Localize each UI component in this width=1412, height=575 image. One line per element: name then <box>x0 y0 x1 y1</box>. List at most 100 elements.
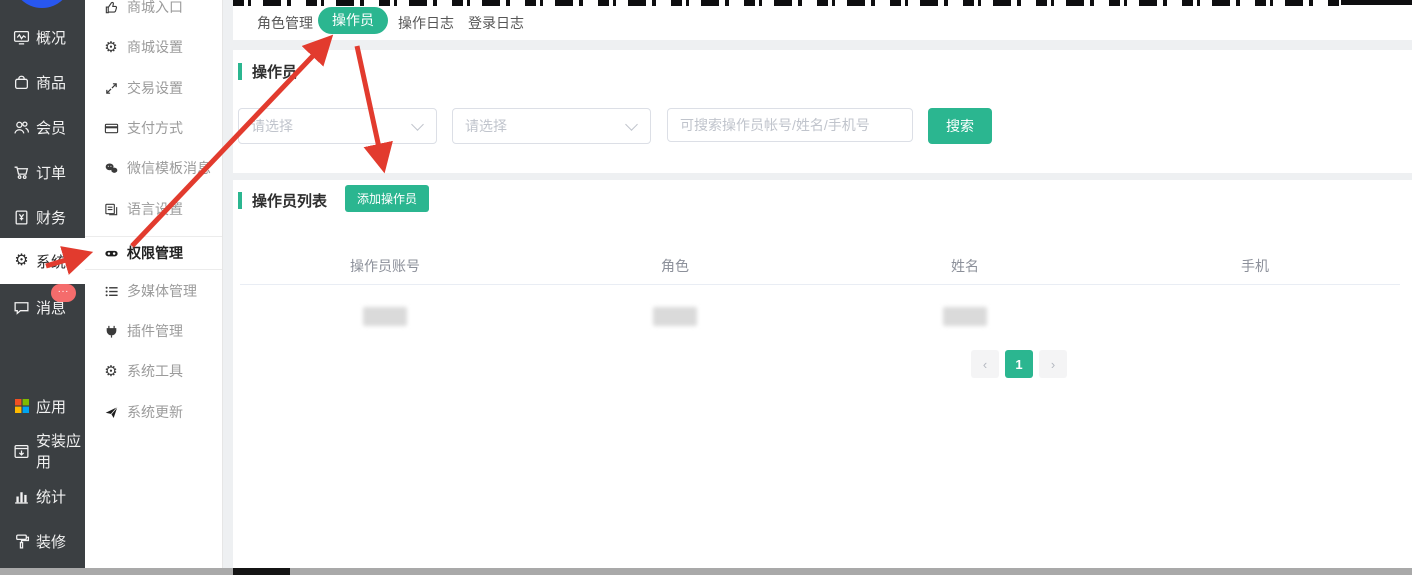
sidebar-item-label: 会员 <box>36 117 66 138</box>
cart-icon <box>13 164 30 181</box>
sidebar-item-install-apps[interactable]: 安装应用 <box>0 436 85 466</box>
pagination-next-button[interactable]: › <box>1039 350 1067 378</box>
plugin-icon <box>103 323 119 339</box>
wechat-icon <box>103 160 119 176</box>
sidebar-item-label: 装修 <box>36 531 66 552</box>
sidebar-item-orders[interactable]: 订单 <box>0 157 85 187</box>
select-placeholder: 请选择 <box>465 116 627 136</box>
table-header-row: 操作员账号 角色 姓名 手机 <box>240 255 1400 285</box>
search-input[interactable] <box>667 108 913 142</box>
submenu-item-media-management[interactable]: 多媒体管理 <box>85 277 222 305</box>
submenu-item-language-settings[interactable]: 语言设置 <box>85 195 222 223</box>
role-select[interactable]: 请选择 <box>238 108 437 144</box>
monitor-icon <box>13 29 30 46</box>
table-header-account: 操作员账号 <box>240 255 530 284</box>
sidebar-item-overview[interactable]: 概况 <box>0 22 85 52</box>
paint-roller-icon <box>13 533 30 550</box>
status-select[interactable]: 请选择 <box>452 108 651 144</box>
tab-operator[interactable]: 操作员 <box>318 7 388 34</box>
hand-icon <box>103 0 119 15</box>
admin-app: 概况 商品 会员 订单 财务 <box>0 0 1412 575</box>
submenu-item-permission-management[interactable]: 权限管理 <box>85 236 222 270</box>
chevron-down-icon <box>625 118 638 131</box>
submenu-item-label: 交易设置 <box>127 78 183 98</box>
cell-role-redacted <box>530 298 820 334</box>
sidebar-item-label: 系统 <box>36 251 66 272</box>
submenu-item-label: 系统工具 <box>127 361 183 381</box>
sidebar-item-label: 商品 <box>36 72 66 93</box>
sidebar-item-decorate[interactable]: 装修 <box>0 526 85 556</box>
send-icon <box>103 404 119 420</box>
table-row <box>240 298 1400 334</box>
scrollbar-thumb[interactable] <box>233 568 290 575</box>
submenu-item-payment-methods[interactable]: 支付方式 <box>85 114 222 142</box>
sidebar-item-label: 财务 <box>36 207 66 228</box>
message-count-badge: ... <box>51 284 76 302</box>
tab-login-log[interactable]: 登录日志 <box>468 13 524 33</box>
submenu-item-label: 商城设置 <box>127 37 183 57</box>
primary-sidebar: 概况 商品 会员 订单 财务 <box>0 0 85 568</box>
title-accent-bar <box>238 63 242 80</box>
submenu-item-label: 多媒体管理 <box>127 281 197 301</box>
submenu-item-system-tools[interactable]: ⚙ 系统工具 <box>85 357 222 385</box>
submenu-item-plugin-management[interactable]: 插件管理 <box>85 317 222 345</box>
panel-title: 操作员列表 <box>238 190 327 211</box>
title-accent-bar <box>238 192 242 209</box>
tab-operation-log[interactable]: 操作日志 <box>398 13 454 33</box>
cell-account-redacted <box>240 298 530 334</box>
sidebar-item-label: 统计 <box>36 486 66 507</box>
add-operator-button[interactable]: 添加操作员 <box>345 185 429 212</box>
pagination-page-1[interactable]: 1 <box>1005 350 1033 378</box>
panel-title: 操作员 <box>238 61 297 82</box>
install-icon <box>13 443 30 460</box>
submenu-item-trade-settings[interactable]: 交易设置 <box>85 74 222 102</box>
submenu-item-label: 语言设置 <box>127 199 183 219</box>
search-button[interactable]: 搜索 <box>928 108 992 144</box>
submenu-item-mall-settings[interactable]: ⚙ 商城设置 <box>85 33 222 61</box>
stats-icon <box>13 488 30 505</box>
submenu-item-label: 微信模板消息 <box>127 158 211 178</box>
apps-icon <box>13 398 30 415</box>
swap-arrows-icon <box>103 80 119 96</box>
chevron-down-icon <box>411 118 424 131</box>
operator-search-panel: 操作员 请选择 请选择 搜索 <box>233 50 1412 173</box>
sidebar-item-members[interactable]: 会员 <box>0 112 85 142</box>
sidebar-item-label: 订单 <box>36 162 66 183</box>
message-icon <box>13 299 30 316</box>
media-list-icon <box>103 283 119 299</box>
tab-role-management[interactable]: 角色管理 <box>257 13 313 33</box>
horizontal-scrollbar <box>0 568 1412 575</box>
submenu-item-system-update[interactable]: 系统更新 <box>85 398 222 426</box>
pagination: ‹ 1 › <box>971 350 1073 378</box>
cell-name-redacted <box>820 298 1110 334</box>
submenu-item-label: 商城入口 <box>127 0 183 17</box>
finance-icon <box>13 209 30 226</box>
table-header-role: 角色 <box>530 255 820 284</box>
system-submenu: 商城入口 ⚙ 商城设置 交易设置 支付方式 微信模板消息 <box>85 0 223 568</box>
submenu-item-label: 支付方式 <box>127 118 183 138</box>
submenu-item-label: 权限管理 <box>127 243 183 263</box>
sidebar-item-label: 概况 <box>36 27 66 48</box>
table-header-phone: 手机 <box>1110 255 1400 284</box>
sidebar-item-goods[interactable]: 商品 <box>0 67 85 97</box>
sidebar-item-statistics[interactable]: 统计 <box>0 481 85 511</box>
mask-icon <box>103 245 119 261</box>
panel-title-text: 操作员列表 <box>252 190 327 211</box>
language-icon <box>103 201 119 217</box>
select-placeholder: 请选择 <box>251 116 413 136</box>
cell-phone-empty <box>1110 298 1400 334</box>
submenu-item-label: 插件管理 <box>127 321 183 341</box>
sidebar-item-label: 安装应用 <box>36 430 85 472</box>
credit-card-icon <box>103 120 119 136</box>
gear-icon: ⚙ <box>103 39 119 55</box>
sidebar-item-apps[interactable]: 应用 <box>0 391 85 421</box>
submenu-item-mall-entrance[interactable]: 商城入口 <box>85 0 222 21</box>
submenu-item-wechat-template[interactable]: 微信模板消息 <box>85 154 222 182</box>
sidebar-item-system[interactable]: ⚙ 系统 <box>0 238 85 284</box>
permission-tabbar: 角色管理 操作员 操作日志 登录日志 <box>233 6 1412 40</box>
operator-list-panel: 操作员列表 添加操作员 操作员账号 角色 姓名 手机 ‹ 1 › <box>233 180 1412 568</box>
pagination-prev-button[interactable]: ‹ <box>971 350 999 378</box>
sidebar-item-finance[interactable]: 财务 <box>0 202 85 232</box>
goods-icon <box>13 74 30 91</box>
sidebar-item-label: 应用 <box>36 396 66 417</box>
